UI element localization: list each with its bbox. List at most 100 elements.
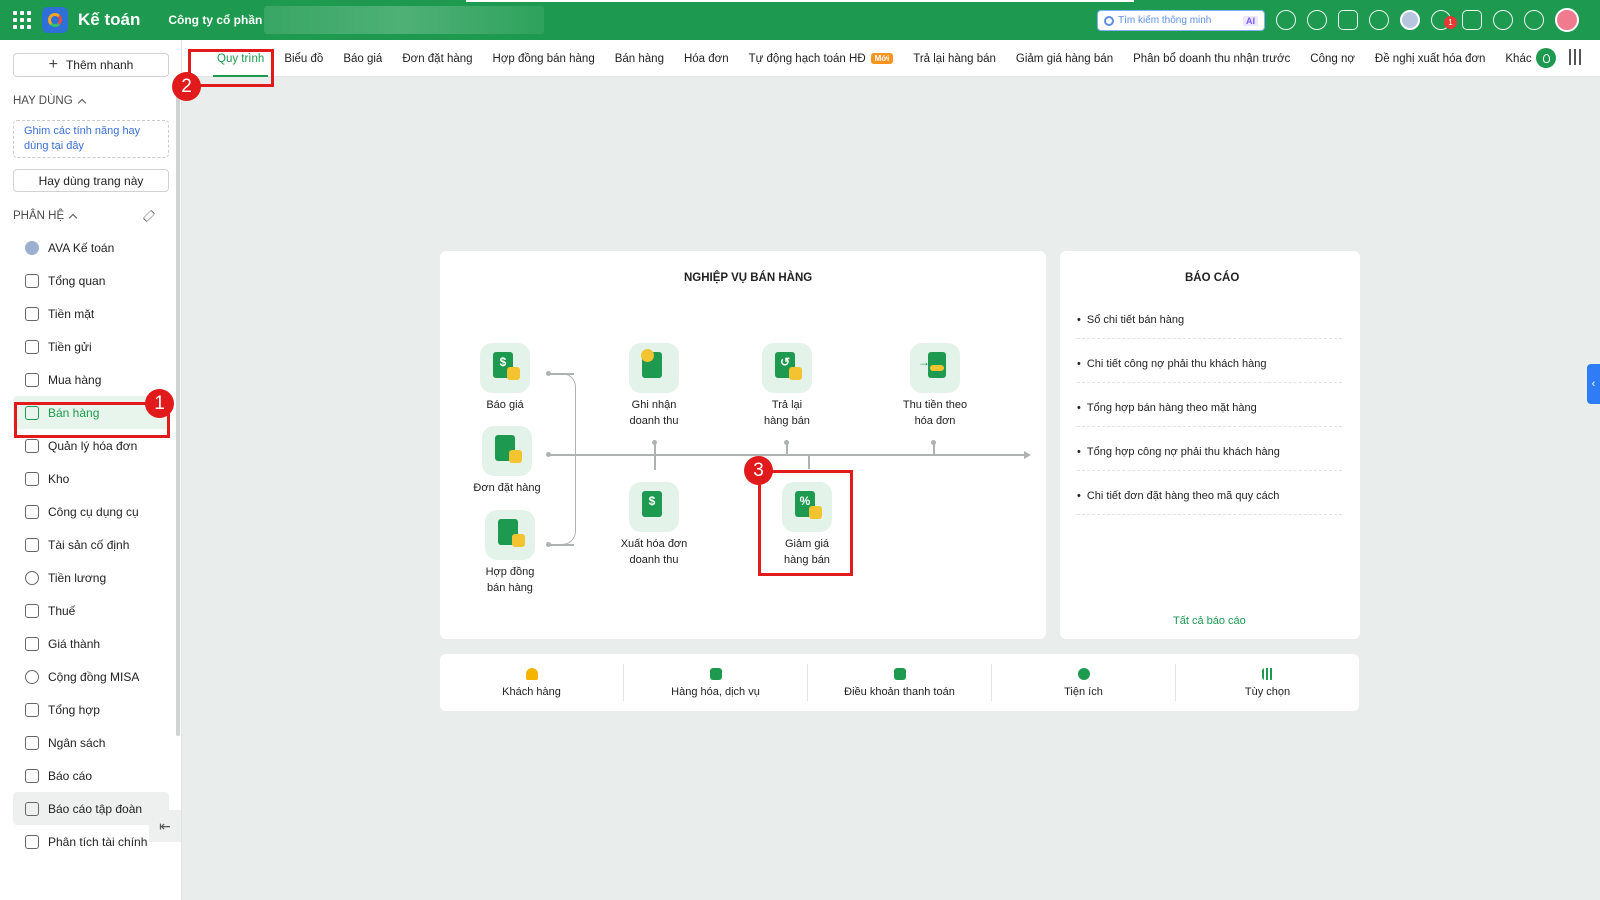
expand-panel-icon[interactable]: ‹ <box>1587 364 1600 404</box>
tab-label: Công nợ <box>1310 52 1355 65</box>
pin-page-button[interactable]: Hay dùng trang này <box>13 169 169 192</box>
all-reports-link[interactable]: Tất cả báo cáo <box>1173 615 1246 627</box>
chevron-up-icon <box>77 98 86 107</box>
sidebar-item-overview[interactable]: Tổng quan <box>13 264 169 297</box>
loading-bar <box>466 0 1134 2</box>
tab-sales-discount[interactable]: Giảm giá hàng bán <box>1006 40 1123 77</box>
report-link[interactable]: Sổ chi tiết bán hàng <box>1077 314 1342 339</box>
gear-icon[interactable] <box>1369 10 1389 30</box>
frequent-section-title[interactable]: HAY DÙNG <box>13 95 86 107</box>
price-tag-icon <box>25 636 39 651</box>
plus-icon: + <box>48 56 58 73</box>
bell-icon[interactable] <box>1462 10 1482 30</box>
sliders-icon[interactable] <box>1567 48 1583 66</box>
company-name[interactable]: Công ty cổ phần <box>168 13 262 27</box>
sidebar-item-budget[interactable]: Ngân sách <box>13 726 169 759</box>
sidebar-item-warehouse[interactable]: Kho <box>13 462 169 495</box>
step-collect-by-invoice[interactable]: → Thu tiền theo hóa đơn <box>880 343 990 429</box>
tab-label: Hóa đơn <box>683 52 729 65</box>
step-record-revenue[interactable]: Ghi nhận doanh thu <box>599 343 709 429</box>
sidebar-item-deposit[interactable]: Tiền gửi <box>13 330 169 363</box>
shortcut-label: Khách hàng <box>502 685 561 698</box>
sidebar-item-purchase[interactable]: Mua hàng <box>13 363 169 396</box>
tab-receivables[interactable]: Công nợ <box>1300 40 1365 77</box>
flow-arrow-icon <box>1024 451 1031 459</box>
tab-label: Phân bổ doanh thu nhận trước <box>1133 52 1291 65</box>
step-label: hóa đơn <box>914 415 956 427</box>
apps-grid-icon[interactable] <box>12 10 32 30</box>
shortcut-options[interactable]: Tùy chọn <box>1176 664 1359 701</box>
collapse-sidebar-icon[interactable]: ⇤ <box>149 810 181 842</box>
modules-section-title[interactable]: PHÂN HỆ <box>13 210 78 222</box>
sidebar-item-label: Ngân sách <box>48 735 106 750</box>
sidebar-item-community[interactable]: Cộng đồng MISA <box>13 660 169 693</box>
top-icons: 1 <box>1276 8 1579 32</box>
tab-label: Bán hàng <box>614 52 664 65</box>
tab-invoice[interactable]: Hóa đơn <box>674 40 739 77</box>
frequent-title-text: HAY DÙNG <box>13 95 73 107</box>
budget-icon <box>25 735 39 750</box>
report-link[interactable]: Chi tiết đơn đặt hàng theo mã quy cách <box>1077 490 1342 515</box>
help-icon[interactable] <box>1493 10 1513 30</box>
bar-chart-icon <box>25 768 39 783</box>
shortcut-payment-terms[interactable]: Điều khoản thanh toán <box>808 664 992 701</box>
tab-order[interactable]: Đơn đặt hàng <box>392 40 482 77</box>
sidebar-item-label: Tổng hợp <box>48 702 100 717</box>
sidebar-scrollbar[interactable] <box>176 86 180 736</box>
sidebar-item-label: Tài sản cố định <box>48 537 130 552</box>
avatar[interactable] <box>1400 10 1420 30</box>
shortcut-goods[interactable]: Hàng hóa, dịch vụ <box>624 664 808 701</box>
flow-dot <box>652 440 657 445</box>
step-label: doanh thu <box>629 415 679 427</box>
shortcut-customers[interactable]: Khách hàng <box>440 664 624 701</box>
sidebar-item-ava[interactable]: AVA Kế toán <box>13 231 169 264</box>
download-icon[interactable] <box>1276 10 1296 30</box>
sidebar-item-cost[interactable]: Giá thành <box>13 627 169 660</box>
step-sales-return[interactable]: ↺ Trả lại hàng bán <box>732 343 842 429</box>
tab-label: Giảm giá hàng bán <box>1015 52 1114 65</box>
tab-contract[interactable]: Hợp đồng bán hàng <box>483 40 605 77</box>
sidebar-item-tools[interactable]: Công cụ dụng cụ <box>13 495 169 528</box>
sidebar-item-tax[interactable]: Thuế <box>13 594 169 627</box>
sidebar-item-label: Tiền lương <box>48 570 107 585</box>
sidebar-item-label: AVA Kế toán <box>48 240 115 255</box>
lightbulb-icon[interactable] <box>1536 48 1556 68</box>
bell-ring-icon[interactable] <box>1338 10 1358 30</box>
step-quote[interactable]: $ Báo giá <box>450 343 560 413</box>
tab-quote[interactable]: Báo giá <box>333 40 392 77</box>
tab-label: Biểu đồ <box>284 52 324 65</box>
salary-icon <box>25 570 39 585</box>
contract-icon <box>485 510 535 560</box>
sidebar-item-label: Tổng quan <box>48 273 106 288</box>
shortcut-utilities[interactable]: Tiện ích <box>992 664 1176 701</box>
tab-invoice-request[interactable]: Đề nghị xuất hóa đơn <box>1365 40 1495 77</box>
tab-deferred-revenue[interactable]: Phân bổ doanh thu nhận trước <box>1123 40 1300 77</box>
tab-auto-posting[interactable]: Tự động hạch toán HĐ Mới <box>739 40 904 77</box>
report-link[interactable]: Tổng hợp bán hàng theo mặt hàng <box>1077 402 1342 427</box>
search-input[interactable]: Tìm kiếm thông minh AI <box>1097 10 1265 31</box>
report-link[interactable]: Chi tiết công nợ phải thu khách hàng <box>1077 358 1342 383</box>
sidebar-item-reports[interactable]: Báo cáo <box>13 759 169 792</box>
play-icon[interactable] <box>1307 10 1327 30</box>
report-link[interactable]: Tổng hợp công nợ phải thu khách hàng <box>1077 446 1342 471</box>
quick-add-button[interactable]: + Thêm nhanh <box>13 53 169 77</box>
sidebar-item-fixed-assets[interactable]: Tài sản cố định <box>13 528 169 561</box>
tab-sales[interactable]: Bán hàng <box>605 40 674 77</box>
sidebar-item-label: Thuế <box>48 603 76 618</box>
chat-icon[interactable]: 1 <box>1431 10 1457 30</box>
sidebar-item-cash[interactable]: Tiền mặt <box>13 297 169 330</box>
user-avatar[interactable] <box>1555 8 1579 32</box>
tab-chart[interactable]: Biểu đồ <box>274 40 333 77</box>
step-issue-invoice[interactable]: $ Xuất hóa đơn doanh thu <box>599 482 709 568</box>
step-contract[interactable]: Hợp đồng bán hàng <box>455 510 565 596</box>
more-icon[interactable] <box>1524 10 1544 30</box>
step-order[interactable]: Đơn đặt hàng <box>452 426 562 496</box>
sidebar-item-salary[interactable]: Tiền lương <box>13 561 169 594</box>
sidebar-item-group-reports[interactable]: Báo cáo tập đoàn <box>13 792 169 825</box>
pencil-icon[interactable] <box>142 209 156 223</box>
sidebar-item-financial-analysis[interactable]: Phân tích tài chính <box>13 825 169 858</box>
tab-sales-return[interactable]: Trả lại hàng bán <box>903 40 1006 77</box>
sidebar-item-general[interactable]: Tổng hợp <box>13 693 169 726</box>
sidebar-item-label: Công cụ dụng cụ <box>48 504 139 519</box>
ai-badge[interactable]: AI <box>1243 15 1258 26</box>
